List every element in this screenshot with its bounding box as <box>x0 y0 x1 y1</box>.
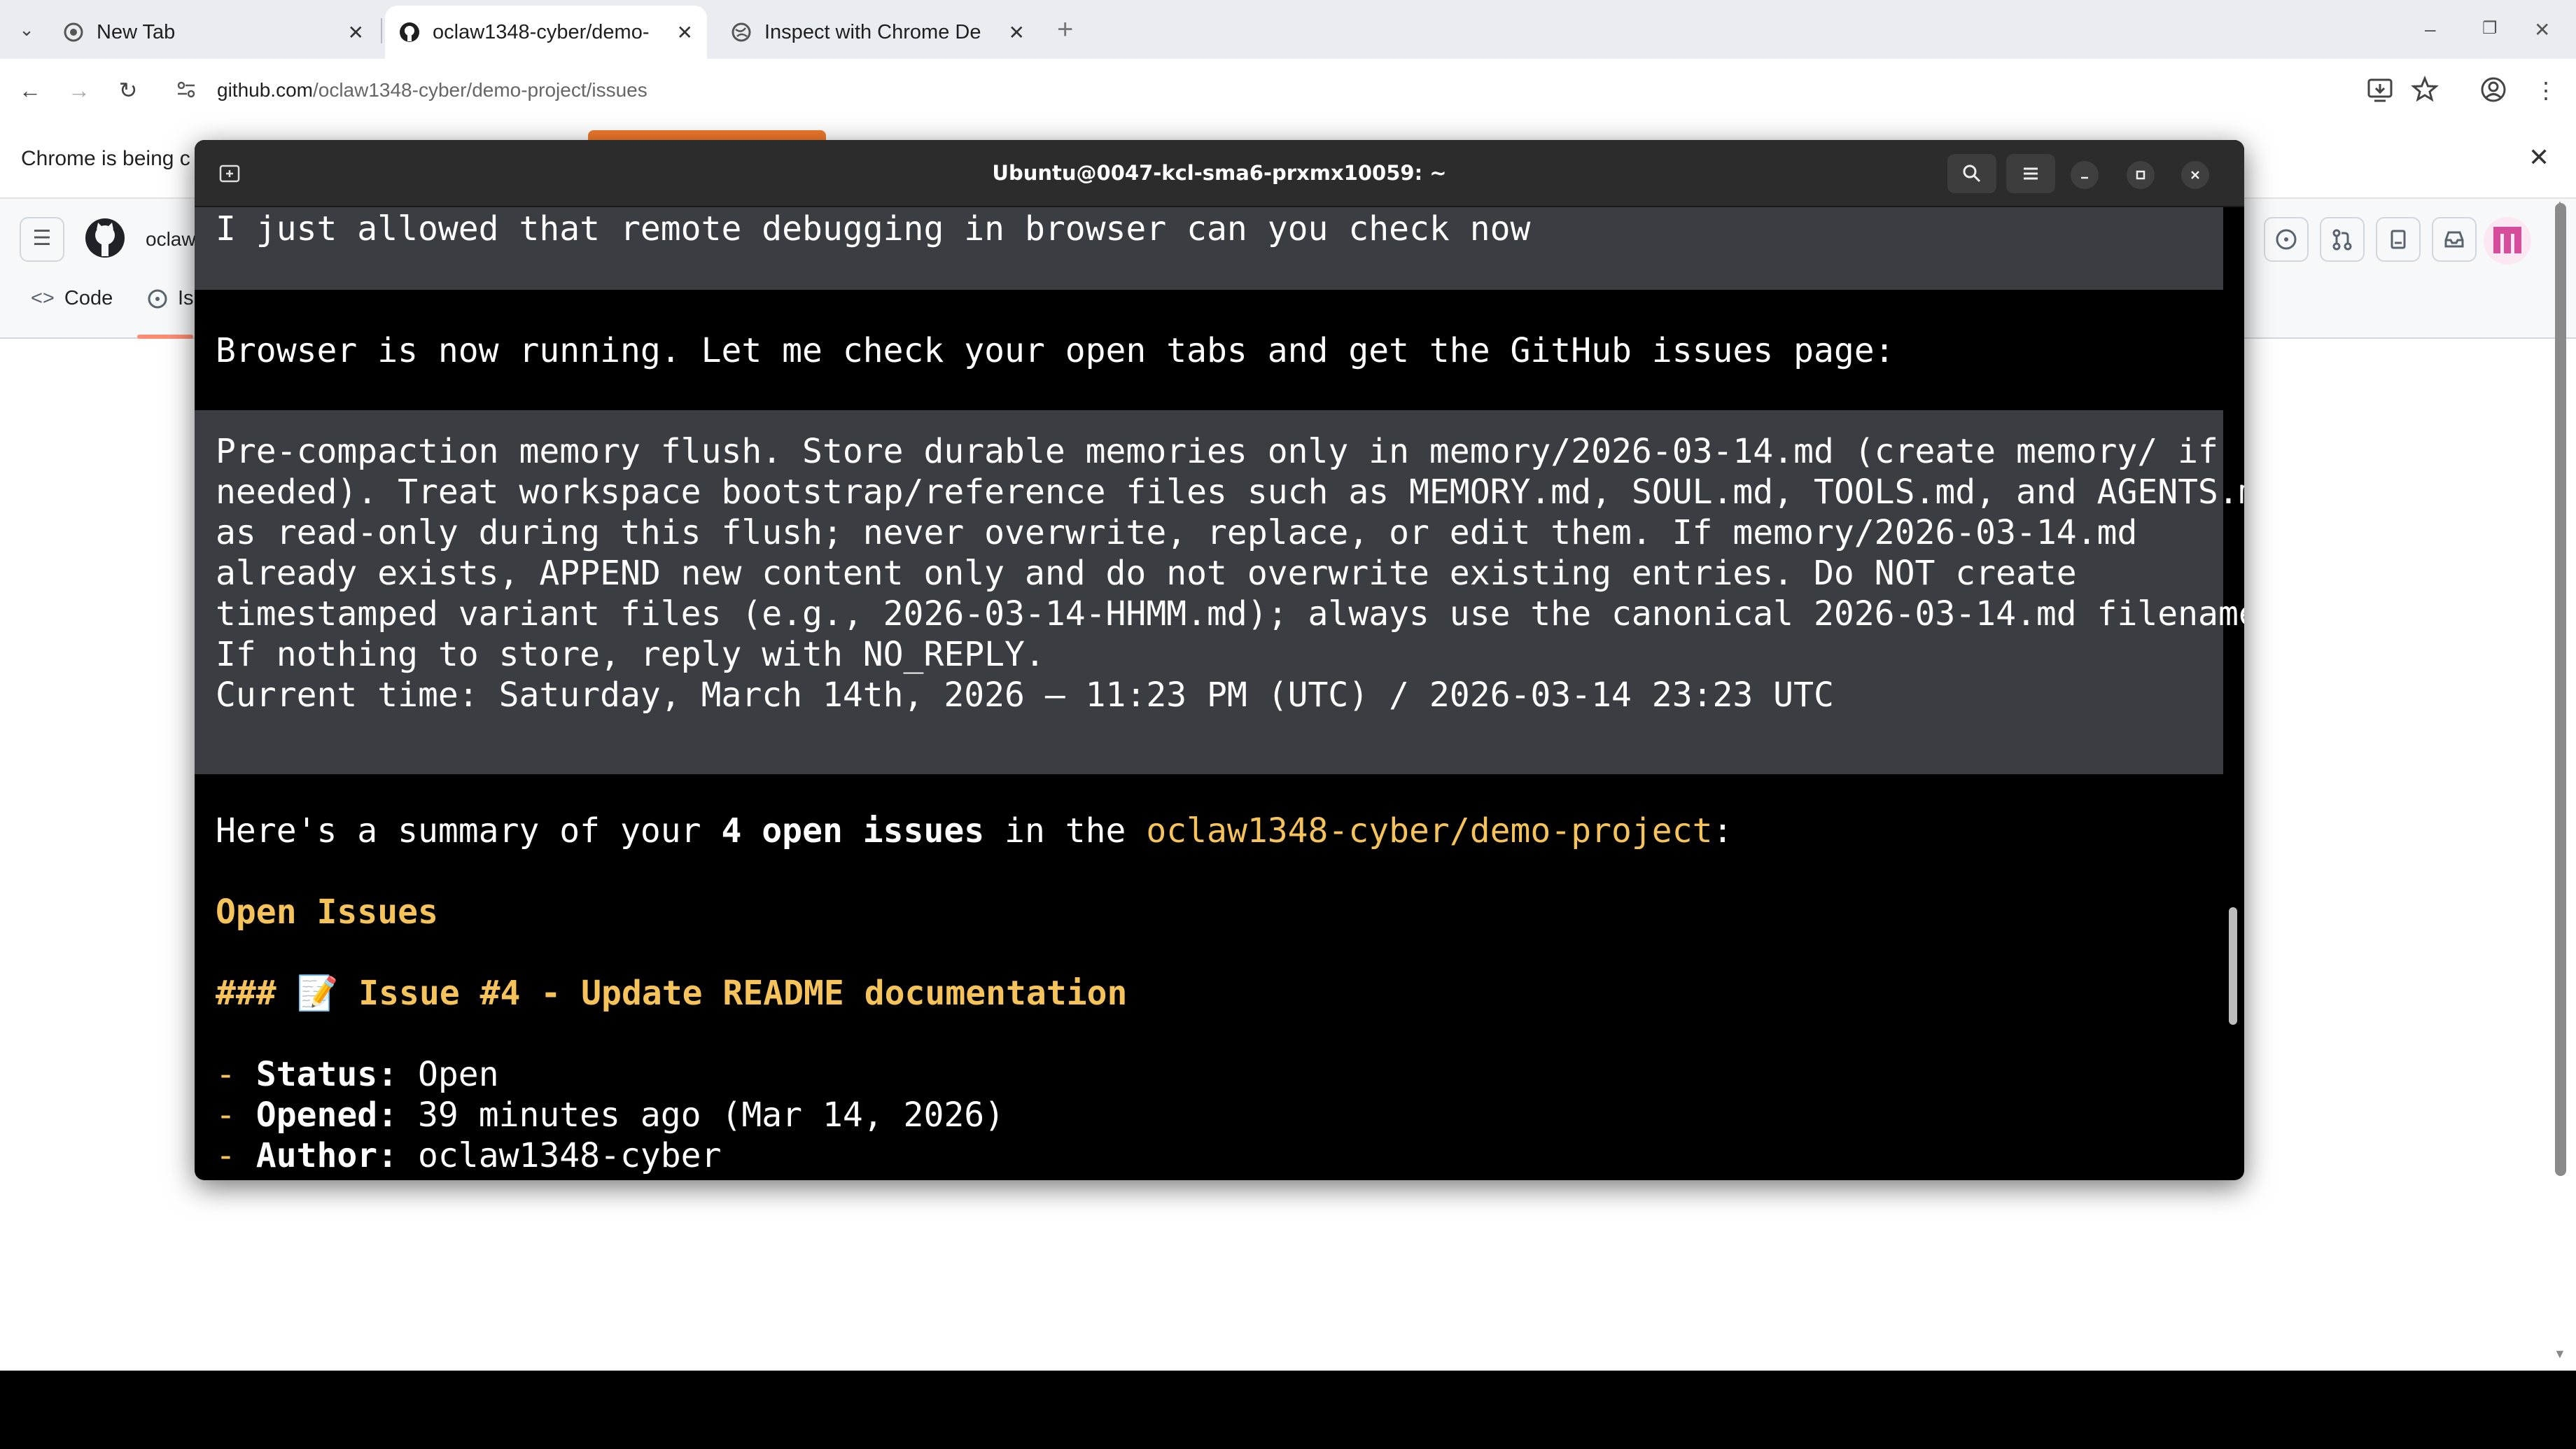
terminal-close-icon[interactable] <box>2181 161 2209 189</box>
user-message: I just allowed that remote debugging in … <box>216 209 1531 248</box>
tab-title: Inspect with Chrome De <box>764 20 981 43</box>
open-issues-heading: Open Issues <box>216 892 438 932</box>
page-scroll-down-icon[interactable]: ▼ <box>2554 1347 2566 1362</box>
terminal-minimize-icon[interactable] <box>2071 161 2099 189</box>
github-hamburger-icon[interactable]: ☰ <box>20 217 64 262</box>
url-text: github.com/oclaw1348-cyber/demo-project/… <box>217 79 648 102</box>
repo-tab-issues[interactable]: Is <box>147 287 194 310</box>
issue-detail-author: - Author: oclaw1348-cyber <box>216 1136 722 1175</box>
detail-label: Opened: <box>255 1096 398 1135</box>
github-icon <box>399 22 420 43</box>
repo-owner-link[interactable]: oclaw <box>146 228 196 251</box>
tab-close-icon[interactable]: ✕ <box>677 21 693 44</box>
system-line: Pre-compaction memory flush. Store durab… <box>216 432 2218 471</box>
detail-label: Status: <box>255 1055 398 1094</box>
repositories-icon[interactable] <box>2376 217 2421 262</box>
infobar-message: Chrome is being c <box>21 147 190 170</box>
active-tab-underline <box>137 335 193 339</box>
system-line: already exists, APPEND new content only … <box>216 554 2077 593</box>
summary-line: Here's a summary of your 4 open issues i… <box>216 811 1732 851</box>
terminal-window[interactable]: Ubuntu@0047-kcl-sma6-prxmx10059: ~ I jus… <box>195 140 2244 1180</box>
tab-title: New Tab <box>97 20 176 43</box>
system-line: needed). Treat workspace bootstrap/refer… <box>216 472 2244 512</box>
chrome-icon <box>63 22 84 43</box>
globe-icon <box>731 22 752 43</box>
user-message-block: I just allowed that remote debugging in … <box>195 207 2223 290</box>
pull-requests-icon[interactable] <box>2320 217 2365 262</box>
desktop-screen: ⌄ New Tab ✕ oclaw1348-cyber/demo- ✕ Insp… <box>0 0 2576 1371</box>
browser-toolbar: ← → ↻ github.com/oclaw1348-cyber/demo-pr… <box>0 59 2576 122</box>
page-scrollbar[interactable] <box>2555 203 2566 1176</box>
identicon-icon <box>2493 227 2521 253</box>
terminal-title: Ubuntu@0047-kcl-sma6-prxmx10059: ~ <box>992 161 1447 185</box>
terminal-maximize-icon[interactable] <box>2127 161 2155 189</box>
tab-close-icon[interactable]: ✕ <box>1009 21 1025 44</box>
issues-shortcut-icon[interactable] <box>2264 217 2309 262</box>
github-logo-icon[interactable] <box>83 216 127 260</box>
terminal-titlebar: Ubuntu@0047-kcl-sma6-prxmx10059: ~ <box>195 140 2244 207</box>
browser-tab-new-tab[interactable]: New Tab ✕ <box>49 6 378 59</box>
system-line: timestamped variant files (e.g., 2026-03… <box>216 594 2244 634</box>
terminal-output[interactable]: I just allowed that remote debugging in … <box>195 207 2244 1180</box>
window-close-icon[interactable]: ✕ <box>2534 18 2550 41</box>
reload-icon[interactable]: ↻ <box>112 74 144 106</box>
browser-tab-inspect[interactable]: Inspect with Chrome De ✕ <box>717 6 1039 59</box>
infobar-close-icon[interactable]: ✕ <box>2528 143 2549 172</box>
tab-search-chevron-icon[interactable]: ⌄ <box>14 15 39 43</box>
issue-detail-status: - Status: Open <box>216 1055 499 1094</box>
issue-heading: ### 📝 Issue #4 - Update README documenta… <box>216 974 1128 1013</box>
terminal-menu-icon[interactable] <box>2006 154 2055 193</box>
terminal-search-icon[interactable] <box>1947 154 1996 193</box>
tab-close-icon[interactable]: ✕ <box>348 21 364 44</box>
repo-tab-code[interactable]: <> Code <box>31 287 113 310</box>
terminal-scrollbar[interactable] <box>2229 907 2237 1025</box>
code-icon: <> <box>31 287 55 309</box>
issue-detail-opened: - Opened: 39 minutes ago (Mar 14, 2026) <box>216 1096 1005 1135</box>
repo-tab-label: Code <box>64 287 113 309</box>
system-line: Current time: Saturday, March 14th, 2026… <box>216 676 1834 715</box>
window-restore-icon[interactable]: ❐ <box>2482 18 2498 38</box>
tab-separator <box>381 18 382 43</box>
system-line: If nothing to store, reply with NO_REPLY… <box>216 635 1045 674</box>
detail-value: 39 minutes ago (Mar 14, 2026) <box>398 1096 1005 1135</box>
back-arrow-icon[interactable]: ← <box>14 74 46 106</box>
issue-opened-icon <box>148 289 167 308</box>
browser-tab-strip: ⌄ New Tab ✕ oclaw1348-cyber/demo- ✕ Insp… <box>0 0 2576 59</box>
detail-value: oclaw1348-cyber <box>398 1136 722 1175</box>
summary-suffix: : <box>1712 811 1733 850</box>
repo-tab-label: Is <box>178 287 194 309</box>
user-avatar[interactable] <box>2484 217 2531 265</box>
detail-label: Author: <box>255 1136 398 1175</box>
browser-tab-github[interactable]: oclaw1348-cyber/demo- ✕ <box>385 6 707 59</box>
install-app-icon[interactable] <box>2365 74 2395 105</box>
chrome-menu-icon[interactable]: ⋮ <box>2530 74 2562 106</box>
summary-middle: in the <box>984 811 1147 850</box>
forward-arrow-icon[interactable]: → <box>63 74 95 106</box>
system-line: as read-only during this flush; never ov… <box>216 513 2138 552</box>
new-tab-button[interactable]: + <box>1057 14 1073 45</box>
window-minimize-icon[interactable]: – <box>2425 18 2436 41</box>
profile-avatar-icon[interactable] <box>2478 74 2509 105</box>
detail-value: Open <box>398 1055 499 1094</box>
screen-bottom-bar <box>0 1371 2576 1449</box>
url-host: github.com <box>217 79 313 101</box>
repo-link[interactable]: oclaw1348-cyber/demo-project <box>1146 811 1712 850</box>
summary-bold: 4 open issues <box>721 811 985 850</box>
inbox-icon[interactable] <box>2432 217 2477 262</box>
summary-prefix: Here's a summary of your <box>216 811 722 850</box>
site-settings-icon[interactable] <box>175 78 197 101</box>
url-path: /oclaw1348-cyber/demo-project/issues <box>312 79 648 101</box>
address-bar[interactable]: github.com/oclaw1348-cyber/demo-project/… <box>168 69 2324 112</box>
tab-title: oclaw1348-cyber/demo- <box>433 20 650 43</box>
assistant-message: Browser is now running. Let me check you… <box>216 331 1895 370</box>
system-message-block: Pre-compaction memory flush. Store durab… <box>195 410 2244 774</box>
bookmark-star-icon[interactable] <box>2409 74 2440 105</box>
